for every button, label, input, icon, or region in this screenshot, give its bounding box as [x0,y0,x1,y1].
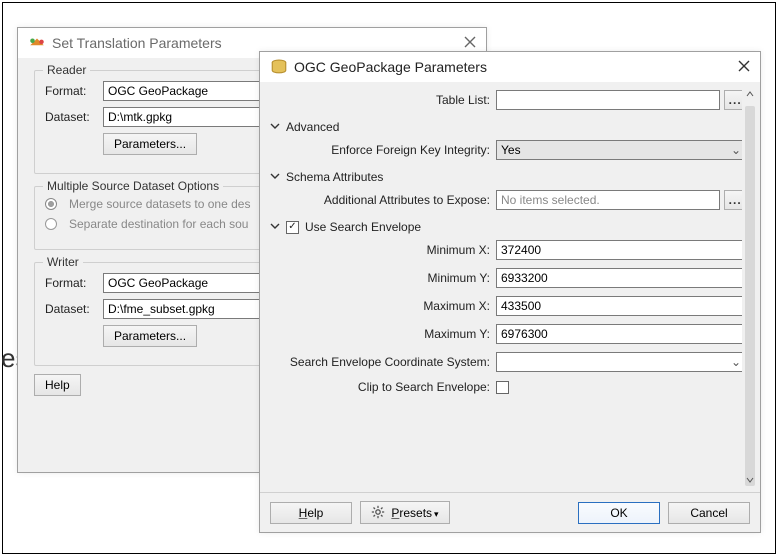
reader-format-label: Format: [45,84,97,98]
scroll-up-icon[interactable] [742,86,758,102]
titlebar: OGC GeoPackage Parameters [260,52,760,82]
scroll-down-icon[interactable] [742,472,758,488]
chevron-down-icon [270,170,280,184]
chevron-down-icon [270,120,280,134]
search-envelope-coord-label: Search Envelope Coordinate System: [268,355,496,369]
maxy-input[interactable]: 6976300 [496,324,746,344]
caret-down-icon: ▾ [434,509,439,519]
use-search-envelope-checkbox[interactable] [286,221,299,234]
close-button[interactable] [436,36,476,51]
database-icon [270,58,288,76]
dialog-title: OGC GeoPackage Parameters [288,59,710,75]
schema-attributes-label: Schema Attributes [286,170,383,184]
add-attrs-label: Additional Attributes to Expose: [268,193,496,207]
advanced-label: Advanced [286,120,339,134]
reader-legend: Reader [43,63,90,77]
enforce-fk-value: Yes [501,143,521,157]
merge-radio-label: Merge source datasets to one des [69,197,250,211]
miny-input[interactable]: 6933200 [496,268,746,288]
schema-attributes-section-header[interactable]: Schema Attributes [270,170,746,184]
close-button[interactable] [710,60,750,75]
presets-button[interactable]: Presets▾ [360,501,450,524]
reader-parameters-button[interactable]: Parameters... [103,133,197,155]
chevron-down-icon [270,220,280,234]
search-envelope-coord-combo[interactable]: ⌄ [496,352,746,372]
separate-radio[interactable] [45,218,57,230]
clip-checkbox[interactable] [496,381,509,394]
help-button[interactable]: Help [270,502,352,524]
minx-label: Minimum X: [268,243,496,257]
maxx-label: Maximum X: [268,299,496,313]
advanced-section-header[interactable]: Advanced [270,120,746,134]
clip-label: Clip to Search Envelope: [268,380,496,394]
ogc-geopackage-parameters-dialog: OGC GeoPackage Parameters Table List: ..… [259,51,761,533]
ok-button[interactable]: OK [578,502,660,524]
chevron-down-icon: ⌄ [731,143,741,157]
close-icon [464,36,476,48]
scrollbar[interactable] [742,86,758,488]
maxy-label: Maximum Y: [268,327,496,341]
minx-input[interactable]: 372400 [496,240,746,260]
cancel-button[interactable]: Cancel [668,502,750,524]
chevron-down-icon: ⌄ [731,355,741,369]
table-list-label: Table List: [268,93,496,107]
separate-radio-label: Separate destination for each sou [69,217,248,231]
reader-dataset-label: Dataset: [45,110,97,124]
writer-dataset-label: Dataset: [45,302,97,316]
add-attrs-input[interactable]: No items selected. [496,190,720,210]
dialog-footer: Help Presets▾ OK Cancel [260,492,760,532]
app-icon [28,34,46,52]
table-list-input[interactable] [496,90,720,110]
enforce-fk-combo[interactable]: Yes ⌄ [496,140,746,160]
close-icon [738,60,750,72]
use-search-envelope-section-header[interactable]: Use Search Envelope [270,220,746,234]
writer-format-label: Format: [45,276,97,290]
use-search-envelope-label: Use Search Envelope [305,220,421,234]
merge-radio[interactable] [45,198,57,210]
writer-parameters-button[interactable]: Parameters... [103,325,197,347]
multi-legend: Multiple Source Dataset Options [43,179,223,193]
writer-legend: Writer [43,255,83,269]
scrollbar-thumb[interactable] [745,106,755,486]
miny-label: Minimum Y: [268,271,496,285]
maxx-input[interactable]: 433500 [496,296,746,316]
dialog-title: Set Translation Parameters [46,35,436,51]
enforce-fk-label: Enforce Foreign Key Integrity: [268,143,496,157]
help-button[interactable]: Help [34,374,81,396]
gear-icon [371,505,385,519]
